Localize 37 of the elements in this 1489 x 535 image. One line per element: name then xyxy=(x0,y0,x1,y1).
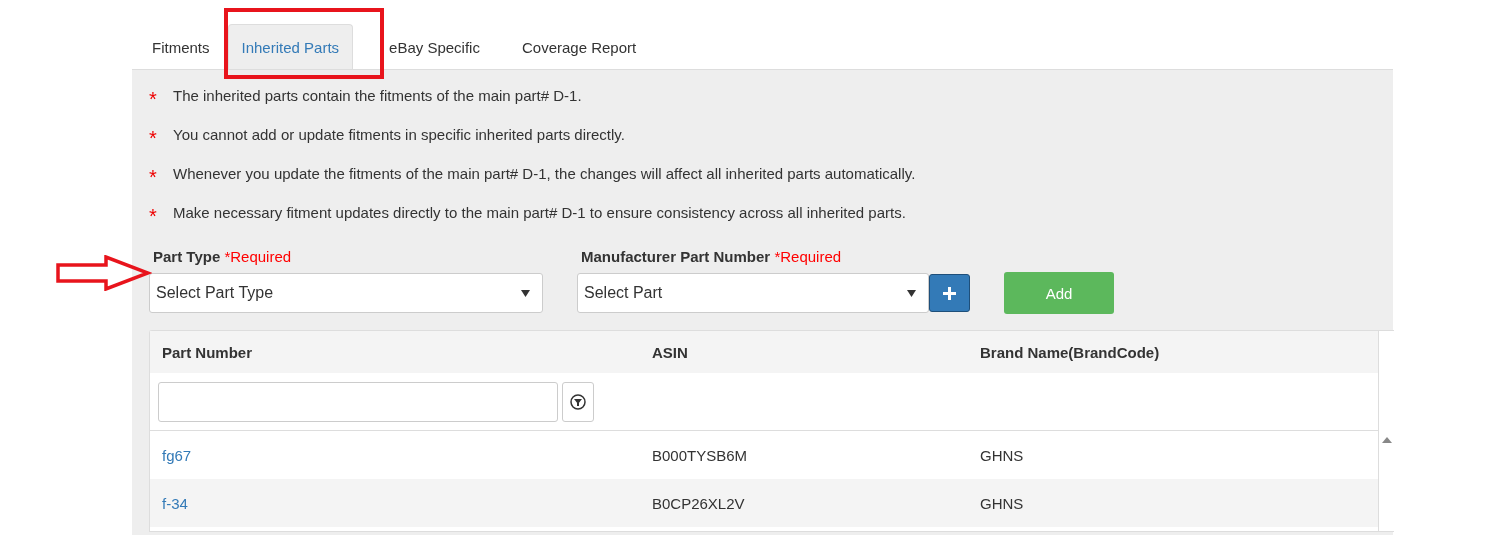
arrow-icon xyxy=(56,255,152,291)
required-label: *Required xyxy=(774,248,842,265)
field-label: Manufacturer Part Number xyxy=(581,248,771,265)
scroll-up-icon xyxy=(1381,437,1392,443)
part-number-link[interactable]: fg67 xyxy=(150,446,640,464)
part-number-link[interactable]: f-34 xyxy=(150,494,640,512)
table-cell-text: B0CP26XL2V xyxy=(651,494,746,512)
table-cell-text: GHNS xyxy=(979,446,1025,464)
column-header: Brand Name(BrandCode) xyxy=(979,343,1161,361)
note-text: Make necessary fitment updates directly to the main part# D-1 to ensure consistency across all inherited parts. xyxy=(173,203,906,223)
plus-button[interactable] xyxy=(929,274,970,312)
tab[interactable]: Coverage Report xyxy=(507,24,651,69)
tab[interactable]: eBay Specific xyxy=(375,24,494,69)
caret-icon xyxy=(907,289,916,297)
required-label: *Required xyxy=(224,248,292,265)
table-cell-text: B000TYSB6M xyxy=(651,446,749,464)
plus-icon xyxy=(943,286,956,300)
select-dropdown[interactable]: Select Part Type xyxy=(149,273,543,313)
caret-icon xyxy=(521,289,530,297)
scrollbar[interactable] xyxy=(1378,331,1394,531)
column-header: Part Number xyxy=(161,343,254,361)
note-text: Whenever you update the fitments of the main part# D-1, the changes will affect all inherited parts automatically. xyxy=(173,164,916,184)
asterisk-mark: * xyxy=(149,90,158,108)
asterisk-mark: * xyxy=(149,207,158,225)
note-text: The inherited parts contain the fitments of the main part# D-1. xyxy=(173,86,582,106)
column-header: ASIN xyxy=(651,343,689,361)
note-text: You cannot add or update fitments in specific inherited parts directly. xyxy=(173,125,625,145)
asterisk-mark: * xyxy=(149,168,158,186)
filter-input[interactable] xyxy=(158,381,558,422)
select-dropdown[interactable]: Select Part xyxy=(577,273,929,313)
filter-icon xyxy=(570,393,586,410)
field-label: Part Type xyxy=(153,248,221,265)
tab[interactable]: Inherited Parts xyxy=(227,24,354,69)
table-cell-text: GHNS xyxy=(979,494,1025,512)
tab[interactable]: Fitments xyxy=(138,24,224,69)
filter-button[interactable] xyxy=(562,381,594,422)
asterisk-mark: * xyxy=(149,129,158,147)
